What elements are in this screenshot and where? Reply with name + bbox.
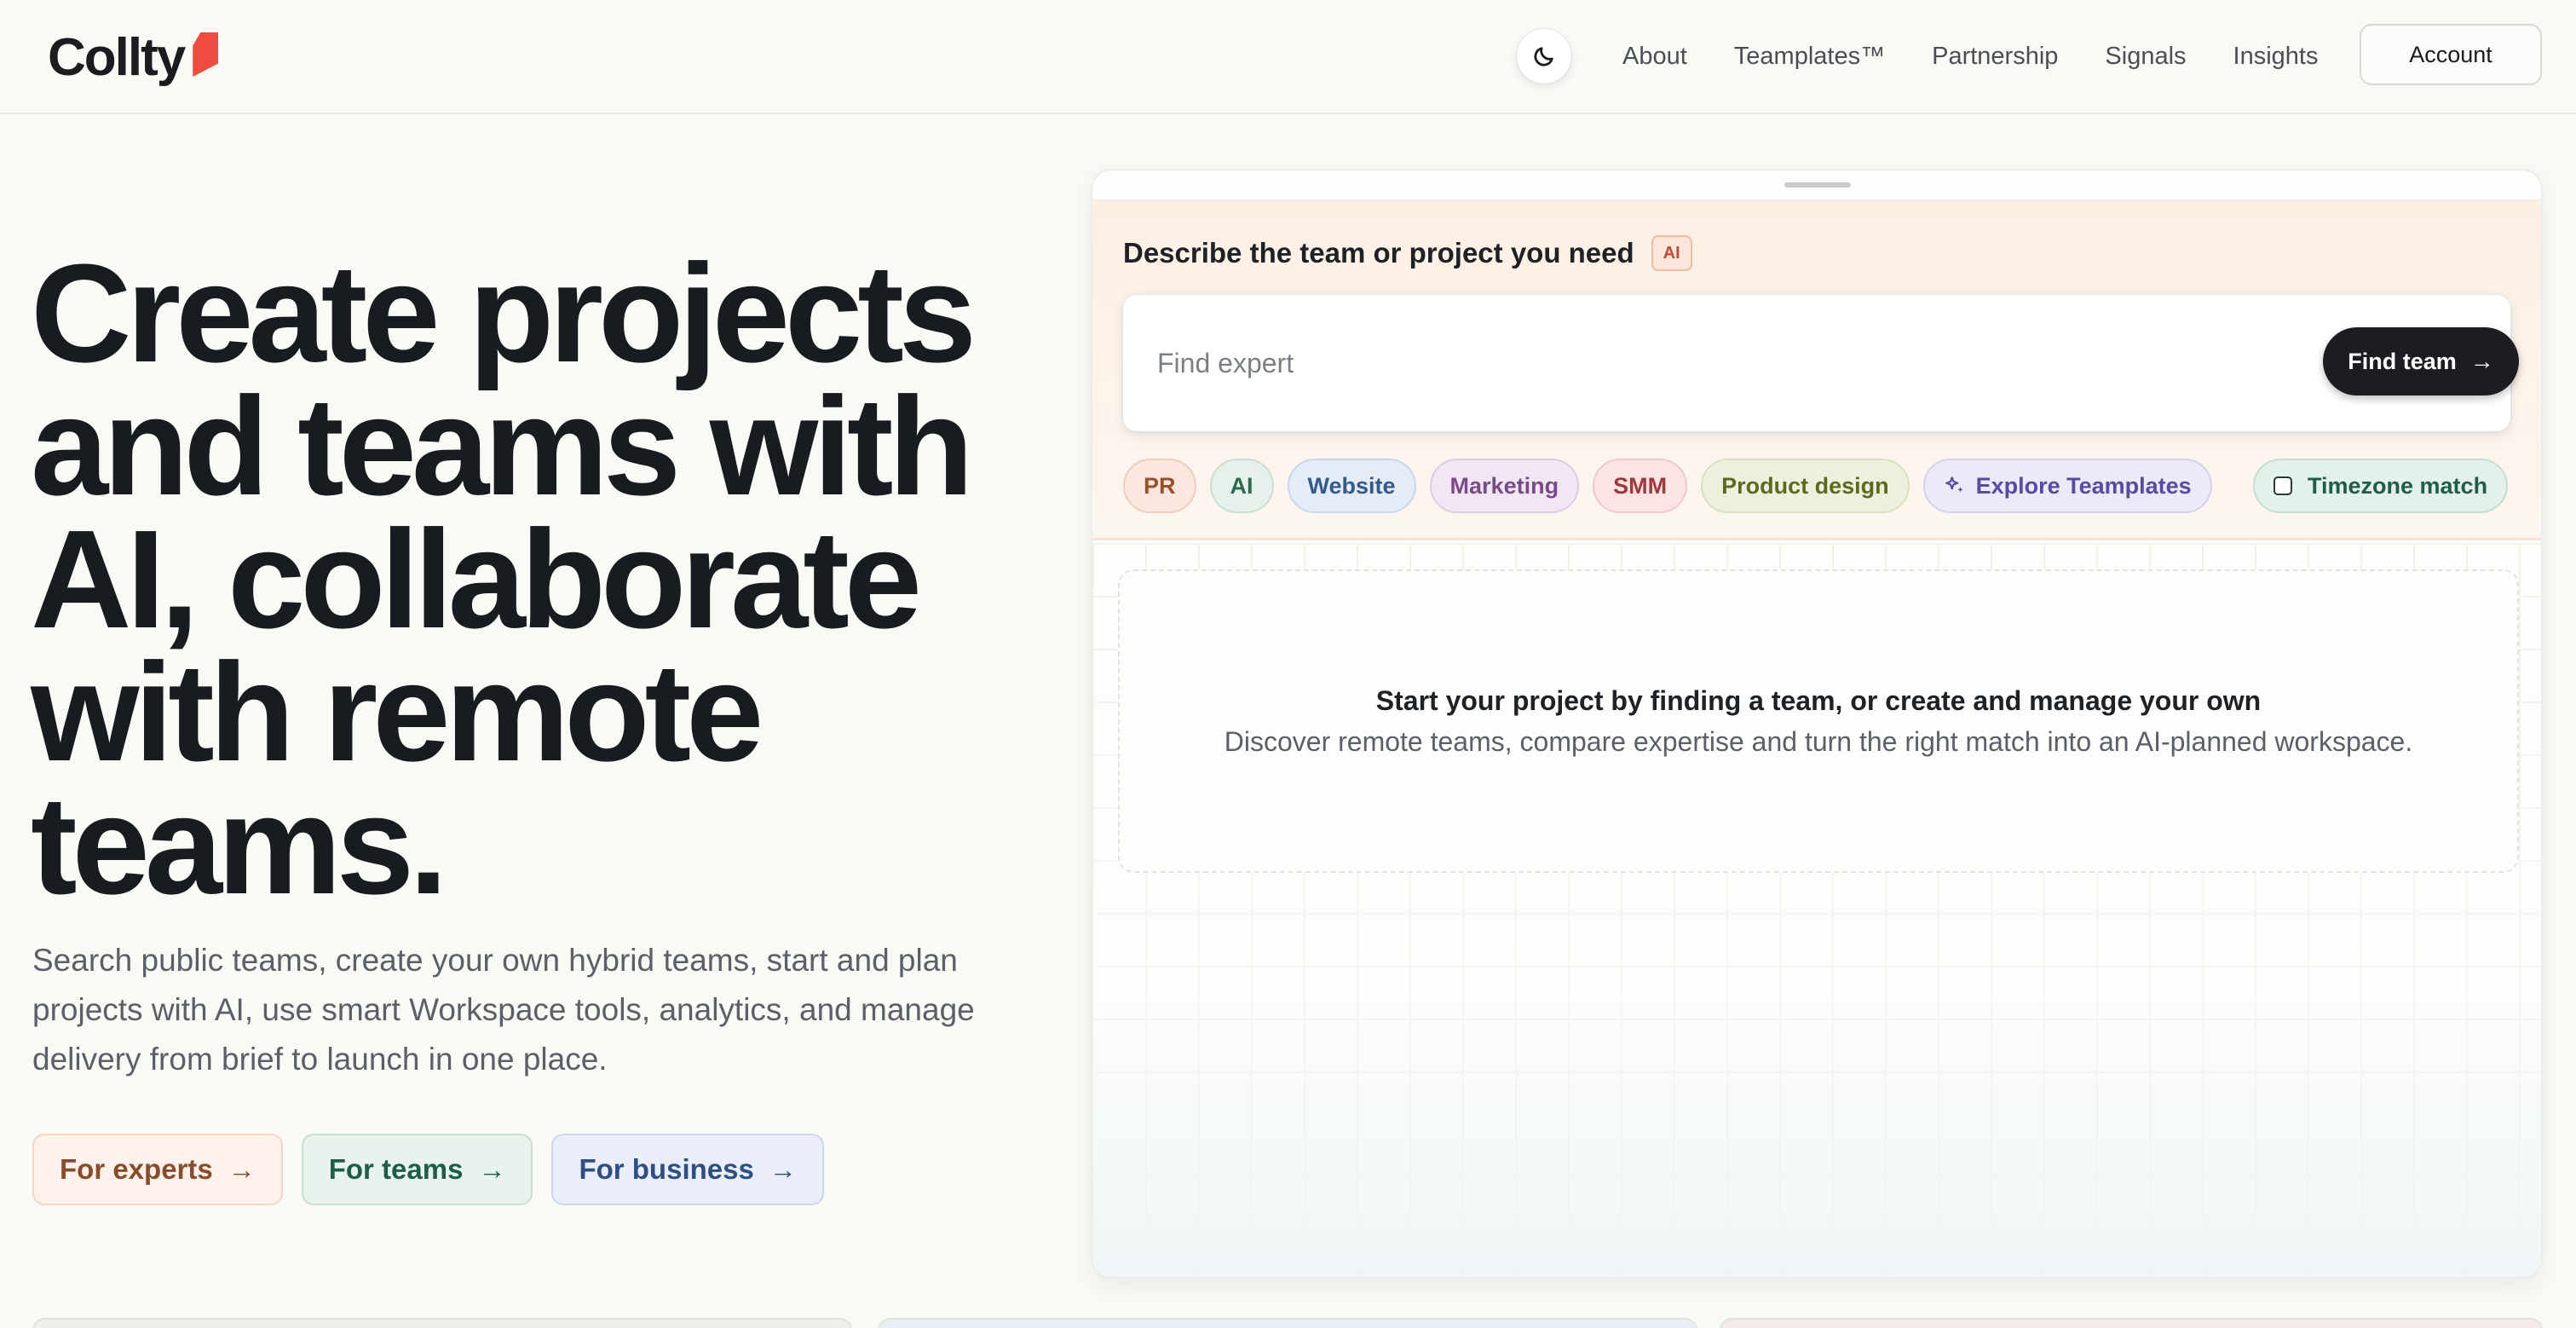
chip-pr[interactable]: PR <box>1123 459 1196 513</box>
panel-label: Describe the team or project you need AI <box>1123 235 1692 271</box>
explore-teamplates-chip[interactable]: Explore Teamplates <box>1922 459 2212 513</box>
hero-title: Create projects and teams with AI, colla… <box>31 235 977 923</box>
find-expert-input[interactable] <box>1157 329 2265 397</box>
feature-card-peek <box>32 1318 852 1328</box>
panel-drag-handle[interactable] <box>1784 182 1851 188</box>
team-search-panel: Describe the team or project you need AI… <box>1091 169 2543 1279</box>
chip-website[interactable]: Website <box>1287 459 1416 513</box>
chip-product-design[interactable]: Product design <box>1701 459 1910 513</box>
arrow-right-icon: → <box>228 1153 256 1185</box>
nav-about[interactable]: About <box>1622 43 1687 71</box>
for-experts-label: For experts <box>60 1153 213 1185</box>
chip-ai[interactable]: AI <box>1209 459 1274 513</box>
page: Collty About Teamplates™ Partnership Sig… <box>0 0 2576 1328</box>
panel-label-text: Describe the team or project you need <box>1123 237 1634 268</box>
cta-row: For experts → For teams → For business → <box>32 1134 843 1205</box>
timezone-match-label: Timezone match <box>2308 472 2488 499</box>
logo-mark-icon <box>193 32 219 77</box>
nav-insights[interactable]: Insights <box>2233 43 2319 71</box>
hero-subtitle: Search public teams, create your own hyb… <box>32 943 975 1077</box>
empty-state-subtitle: Discover remote teams, compare expertise… <box>1224 726 2413 757</box>
find-team-label: Find team <box>2348 348 2457 374</box>
search-box: Find team → <box>1123 295 2519 431</box>
for-business-button[interactable]: For business → <box>551 1134 824 1205</box>
explore-teamplates-label: Explore Teamplates <box>1975 472 2192 499</box>
timezone-match-toggle[interactable]: Timezone match <box>2253 459 2509 513</box>
for-teams-button[interactable]: For teams → <box>301 1134 533 1205</box>
find-team-button[interactable]: Find team → <box>2323 327 2519 396</box>
chip-smm[interactable]: SMM <box>1593 459 1688 513</box>
nav-partnership[interactable]: Partnership <box>1932 43 2058 71</box>
moon-icon <box>1534 47 1553 66</box>
top-header: Collty About Teamplates™ Partnership Sig… <box>0 0 2576 114</box>
arrow-right-icon: → <box>769 1153 797 1185</box>
feature-card-peek <box>878 1318 1697 1328</box>
nav-signals[interactable]: Signals <box>2105 43 2186 71</box>
arrow-right-icon: → <box>2469 348 2494 374</box>
arrow-right-icon: → <box>478 1153 506 1185</box>
logo[interactable]: Collty <box>48 26 219 89</box>
for-experts-button[interactable]: For experts → <box>32 1134 283 1205</box>
for-business-label: For business <box>579 1153 754 1185</box>
theme-toggle-button[interactable] <box>1517 29 1571 84</box>
ai-badge: AI <box>1651 235 1692 271</box>
category-chips: PR AI Website Marketing SMM Product desi… <box>1123 459 2226 513</box>
account-button[interactable]: Account <box>2360 24 2542 85</box>
empty-state-card: Start your project by finding a team, or… <box>1118 569 2519 873</box>
chip-marketing[interactable]: Marketing <box>1429 459 1580 513</box>
sparkles-icon <box>1945 476 1963 493</box>
empty-state-title: Start your project by finding a team, or… <box>1375 685 2262 716</box>
timezone-checkbox[interactable] <box>2273 476 2292 495</box>
main-nav: About Teamplates™ Partnership Signals In… <box>1622 24 2366 89</box>
logo-text: Collty <box>48 27 186 87</box>
for-teams-label: For teams <box>328 1153 464 1185</box>
feature-card-peek <box>1720 1318 2543 1328</box>
nav-teamplates[interactable]: Teamplates™ <box>1734 43 1885 71</box>
